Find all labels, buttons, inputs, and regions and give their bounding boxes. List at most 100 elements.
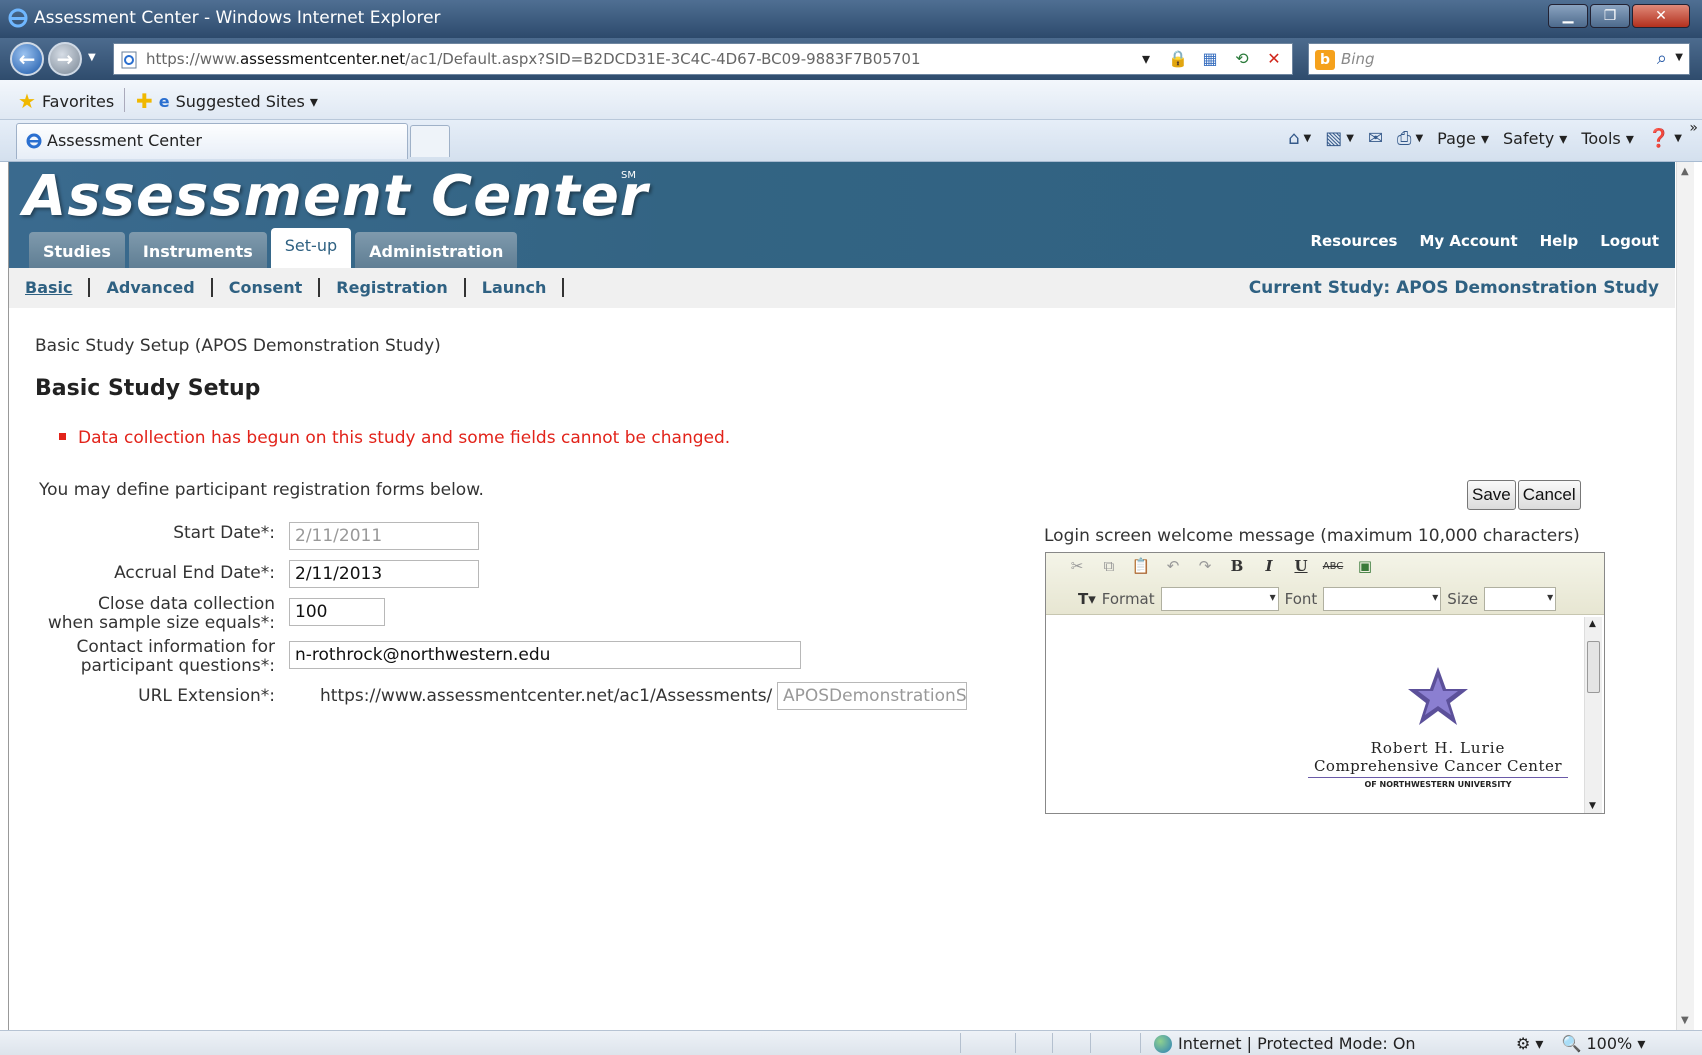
cancel-button[interactable]: Cancel — [1517, 480, 1581, 510]
favorites-separator — [124, 88, 125, 112]
print-icon[interactable]: ⎙ — [1397, 128, 1411, 149]
close-collection-label-line2: when sample size equals*: — [47, 613, 275, 633]
contact-info-label: Contact information for participant ques… — [0, 638, 275, 676]
page-title: Basic Study Setup — [35, 376, 261, 401]
tab-instruments[interactable]: Instruments — [128, 232, 267, 272]
search-icon[interactable]: ⌕ — [1657, 48, 1667, 69]
size-select[interactable] — [1484, 587, 1557, 611]
font-select[interactable] — [1323, 587, 1442, 611]
tab-administration[interactable]: Administration — [355, 232, 518, 272]
page-scroll-up-icon[interactable]: ▲ — [1681, 166, 1689, 177]
error-text: Data collection has begun on this study … — [78, 428, 731, 448]
undo-icon[interactable]: ↶ — [1162, 557, 1184, 575]
new-tab-button[interactable] — [410, 125, 450, 157]
contact-info-label-line1: Contact information for — [76, 637, 275, 657]
protected-mode-icon[interactable]: ⚙ ▾ — [1516, 1034, 1543, 1053]
maximize-button[interactable]: ❐ — [1590, 4, 1630, 28]
help-link[interactable]: Help — [1540, 232, 1579, 250]
command-bar: ⌂ ▼ ▧ ▼ ✉ ⎙ ▼ Page ▾ Safety ▾ Tools ▾ ❓ ▼ — [1288, 128, 1682, 149]
minimize-button[interactable]: ▁ — [1548, 4, 1588, 28]
image-icon[interactable]: ▣ — [1354, 557, 1376, 575]
my-account-link[interactable]: My Account — [1419, 232, 1517, 250]
redo-icon[interactable]: ↷ — [1194, 557, 1216, 575]
mail-icon[interactable]: ✉ — [1368, 128, 1383, 149]
lock-icon[interactable]: 🔒 — [1166, 47, 1190, 71]
page-scroll-down-icon[interactable]: ▼ — [1681, 1015, 1689, 1026]
search-dropdown-icon[interactable]: ▼ — [1675, 52, 1683, 63]
accrual-end-date-label: Accrual End Date*: — [114, 563, 275, 583]
home-dropdown-icon[interactable]: ▼ — [1304, 133, 1312, 144]
editor-scrollbar[interactable]: ▲ ▼ — [1584, 617, 1602, 813]
safety-menu[interactable]: Safety ▾ — [1503, 129, 1567, 148]
save-button[interactable]: Save — [1467, 480, 1516, 510]
tab-label: Assessment Center — [47, 131, 202, 150]
zoom-control[interactable]: 🔍 100% ▾ — [1561, 1034, 1645, 1053]
tab-bar: Assessment Center ⌂ ▼ ▧ ▼ ✉ ⎙ ▼ Page ▾ Safe… — [0, 120, 1702, 162]
page-menu[interactable]: Page ▾ — [1437, 129, 1489, 148]
scroll-up-icon[interactable]: ▲ — [1589, 619, 1596, 629]
feeds-dropdown-icon[interactable]: ▼ — [1346, 133, 1354, 144]
address-url[interactable]: https://www.assessmentcenter.net/ac1/Def… — [146, 50, 921, 68]
address-bar[interactable]: https://www.assessmentcenter.net/ac1/Def… — [113, 43, 1293, 75]
subnav-registration[interactable]: Registration — [320, 278, 466, 297]
security-zone[interactable]: Internet | Protected Mode: On — [1154, 1034, 1416, 1053]
tab-studies[interactable]: Studies — [29, 232, 125, 272]
print-dropdown-icon[interactable]: ▼ — [1415, 133, 1423, 144]
feeds-icon[interactable]: ▧ — [1325, 128, 1342, 149]
intro-text: You may define participant registration … — [39, 480, 484, 500]
subnav-consent[interactable]: Consent — [213, 278, 321, 297]
copy-icon[interactable]: ⧉ — [1098, 557, 1120, 575]
history-dropdown-icon[interactable]: ▼ — [88, 52, 96, 63]
lurie-logo-line3: OF NORTHWESTERN UNIVERSITY — [1364, 780, 1512, 789]
ie-tab-icon — [25, 132, 43, 154]
accrual-end-date-field[interactable]: 2/11/2013 — [289, 560, 479, 588]
compatibility-view-icon[interactable]: ▦ — [1198, 47, 1222, 71]
tools-menu[interactable]: Tools ▾ — [1581, 129, 1634, 148]
underline-icon[interactable]: U — [1290, 557, 1312, 575]
tab-setup[interactable]: Set-up — [270, 228, 352, 272]
subnav-launch[interactable]: Launch — [466, 278, 565, 297]
back-button[interactable]: ← — [10, 42, 44, 76]
font-label: Font — [1284, 590, 1318, 608]
paste-icon[interactable]: 📋 — [1130, 557, 1152, 575]
logout-link[interactable]: Logout — [1600, 232, 1659, 250]
breadcrumb: Basic Study Setup (APOS Demonstration St… — [35, 336, 441, 356]
text-color-icon[interactable]: T▾ — [1078, 590, 1096, 608]
help-dropdown-icon[interactable]: ▼ — [1674, 133, 1682, 144]
sub-navigation: Basic Advanced Consent Registration Laun… — [9, 268, 1675, 308]
chevron-more-icon[interactable]: » — [1689, 120, 1698, 136]
help-icon[interactable]: ❓ — [1648, 128, 1670, 149]
add-favorite-icon[interactable]: ✚ — [136, 89, 153, 113]
home-icon[interactable]: ⌂ — [1288, 128, 1299, 149]
bold-icon[interactable]: B — [1226, 557, 1248, 575]
lurie-star-icon — [1408, 667, 1468, 725]
tab-assessment-center[interactable]: Assessment Center — [16, 123, 408, 159]
scroll-down-icon[interactable]: ▼ — [1589, 801, 1596, 811]
strikethrough-icon[interactable]: ABC — [1322, 561, 1344, 572]
refresh-icon[interactable]: ⟲ — [1230, 47, 1254, 71]
favorites-button[interactable]: ★ Favorites — [18, 89, 114, 113]
resources-link[interactable]: Resources — [1310, 232, 1397, 250]
stop-icon[interactable]: ✕ — [1262, 47, 1286, 71]
star-icon: ★ — [18, 89, 36, 113]
sample-size-field[interactable]: 100 — [289, 598, 385, 626]
sub-nav-links: Basic Advanced Consent Registration Laun… — [25, 278, 565, 297]
cut-icon[interactable]: ✂ — [1066, 557, 1088, 575]
bing-icon: b — [1315, 50, 1335, 70]
suggested-sites-button[interactable]: ✚ e Suggested Sites ▾ — [136, 89, 318, 113]
url-dropdown-icon[interactable]: ▾ — [1134, 47, 1158, 71]
url-extension-label: URL Extension*: — [138, 686, 275, 706]
close-window-button[interactable]: ✕ — [1632, 4, 1690, 28]
editor-content-area[interactable]: Robert H. Lurie Comprehensive Cancer Cen… — [1048, 617, 1602, 813]
italic-icon[interactable]: I — [1258, 557, 1280, 575]
search-box[interactable]: b Bing ⌕ ▼ — [1308, 43, 1690, 75]
page-scrollbar[interactable]: ▲ ▼ — [1676, 162, 1694, 1030]
contact-info-field[interactable]: n-rothrock@northwestern.edu — [289, 641, 801, 669]
subnav-basic[interactable]: Basic — [25, 278, 91, 297]
editor-scroll-thumb[interactable] — [1587, 641, 1600, 693]
forward-arrow-icon: → — [56, 47, 74, 71]
forward-button[interactable]: → — [48, 42, 82, 76]
format-select[interactable] — [1160, 587, 1279, 611]
subnav-advanced[interactable]: Advanced — [90, 278, 213, 297]
error-bullet-icon — [59, 432, 66, 440]
